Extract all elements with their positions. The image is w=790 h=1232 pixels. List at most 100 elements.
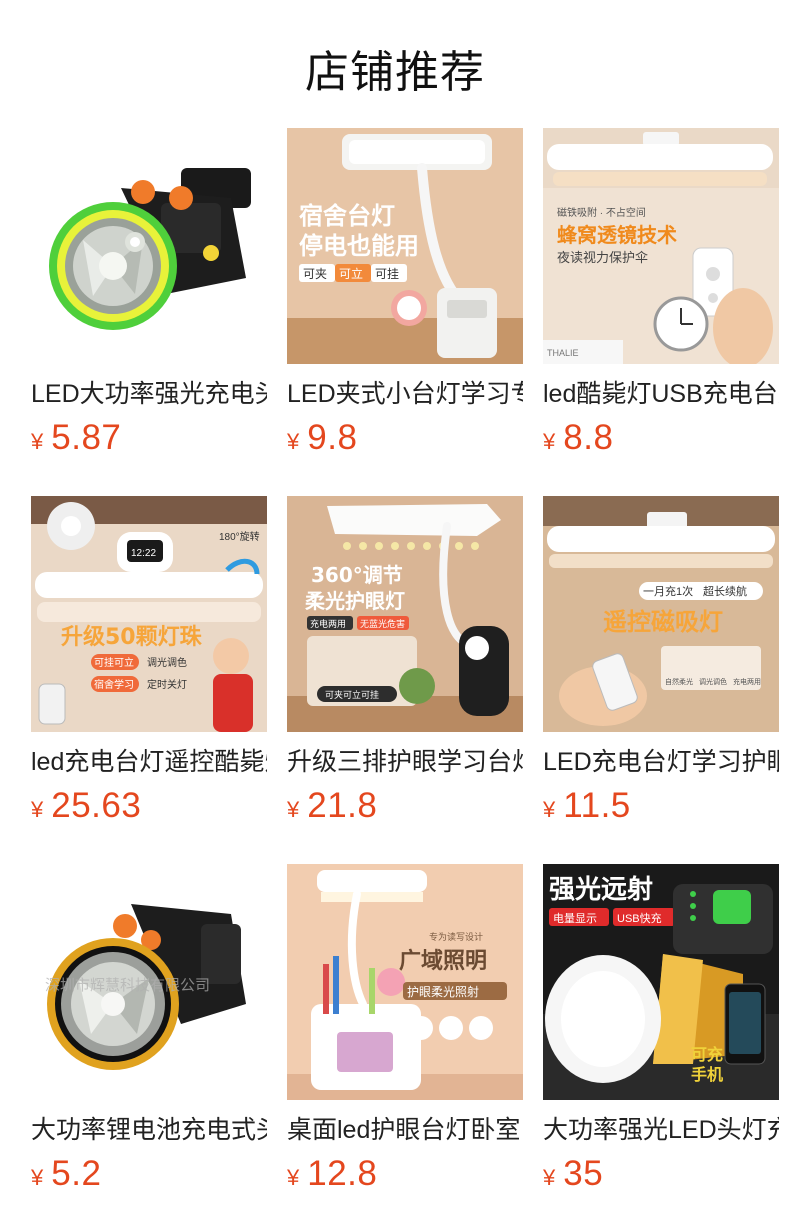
- product-card[interactable]: 深圳市辉慧科技有限公司 大功率锂电池充电式头灯 ¥ 5.2: [31, 864, 267, 1204]
- price-currency: ¥: [543, 797, 556, 822]
- product-price: ¥ 5.2: [31, 1154, 267, 1194]
- price-currency: ¥: [31, 429, 44, 454]
- product-name[interactable]: LED夹式小台灯学习专用: [287, 378, 523, 410]
- remote-bar-lamp-icon: 12:22 180°旋转 升级50颗灯珠 可挂可立 调光调色 宿舍学习 定时关灯: [31, 496, 267, 732]
- image-text: 停电也能用: [299, 232, 419, 260]
- product-name[interactable]: 升级三排护眼学习台灯: [287, 746, 523, 778]
- image-text: 蜂窝透镜技术: [557, 223, 677, 247]
- headlamp-power-bank-icon: 强光远射 电量显示 USB快充 可充 手机: [543, 864, 779, 1100]
- image-text: 可夹: [303, 267, 327, 281]
- price-value: 8.8: [563, 418, 614, 457]
- image-text: 夜读视力保护伞: [557, 250, 648, 265]
- image-text: 可充: [691, 1045, 723, 1064]
- product-card[interactable]: 360°调节 柔光护眼灯 充电两用 无蓝光危害 可夹可立可挂 升级三排护眼学习台…: [287, 496, 523, 836]
- product-name[interactable]: LED充电台灯学习护眼: [543, 746, 779, 778]
- price-value: 5.2: [51, 1154, 102, 1193]
- price-currency: ¥: [31, 1165, 44, 1190]
- price-currency: ¥: [287, 797, 300, 822]
- image-text: 专为读写设计: [429, 931, 483, 942]
- clip-desk-lamp-icon: 宿舍台灯 停电也能用 可夹 可立 可挂: [287, 128, 523, 364]
- price-currency: ¥: [287, 1165, 300, 1190]
- product-image[interactable]: 12:22 180°旋转 升级50颗灯珠 可挂可立 调光调色 宿舍学习 定时关灯: [31, 496, 267, 732]
- product-image[interactable]: 360°调节 柔光护眼灯 充电两用 无蓝光危害 可夹可立可挂: [287, 496, 523, 732]
- image-text: 可挂可立: [94, 656, 134, 669]
- product-image[interactable]: 深圳市辉慧科技有限公司: [31, 864, 267, 1100]
- price-value: 35: [563, 1154, 604, 1193]
- product-name[interactable]: 大功率强光LED头灯充电: [543, 1114, 779, 1146]
- product-name[interactable]: 大功率锂电池充电式头灯: [31, 1114, 267, 1146]
- pen-holder-lamp-icon: 专为读写设计 广域照明 护眼柔光照射: [287, 864, 523, 1100]
- price-currency: ¥: [543, 1165, 556, 1190]
- product-image[interactable]: 一月充1次 超长续航 遥控磁吸灯 自然柔光 调光调色 充电两用: [543, 496, 779, 732]
- product-image[interactable]: 专为读写设计 广域照明 护眼柔光照射: [287, 864, 523, 1100]
- store-recommendations-page: 店铺推荐 LED大功率强光充电 ¥ 5.87 宿舍台灯 停电也能用 可夹 可立 …: [0, 0, 790, 1232]
- product-card[interactable]: 宿舍台灯 停电也能用 可夹 可立 可挂 LED夹式小台灯学习专用 ¥ 9.8: [287, 128, 523, 468]
- image-text: 无蓝光危害: [360, 618, 405, 629]
- image-text: 12:22: [131, 548, 156, 559]
- price-value: 12.8: [307, 1154, 378, 1193]
- image-text: 充电两用: [733, 677, 761, 686]
- headlamp-gold-icon: 深圳市辉慧科技有限公司: [31, 864, 267, 1100]
- product-price: ¥ 21.8: [287, 786, 523, 826]
- image-text: 自然柔光: [665, 677, 693, 686]
- price-value: 5.87: [51, 418, 122, 457]
- price-value: 9.8: [307, 418, 358, 457]
- image-text: 定时关灯: [147, 678, 187, 691]
- product-price: ¥ 12.8: [287, 1154, 523, 1194]
- price-currency: ¥: [31, 797, 44, 822]
- image-text: 调光调色: [147, 656, 187, 669]
- product-price: ¥ 5.87: [31, 418, 267, 458]
- image-text: 一月充1次: [643, 584, 693, 598]
- image-text: 磁铁吸附 · 不占空间: [557, 206, 646, 219]
- product-price: ¥ 8.8: [543, 418, 779, 458]
- image-text: 宿舍学习: [94, 678, 134, 691]
- image-text: 遥控磁吸灯: [603, 608, 723, 636]
- product-card[interactable]: LED大功率强光充电头灯 ¥ 5.87: [31, 128, 267, 468]
- image-text: 强光远射: [549, 875, 653, 905]
- image-text: 360°调节: [311, 563, 403, 587]
- price-value: 21.8: [307, 786, 378, 825]
- remote-magnetic-lamp-icon: 一月充1次 超长续航 遥控磁吸灯 自然柔光 调光调色 充电两用: [543, 496, 779, 732]
- image-text: THALIE: [547, 348, 579, 358]
- magnetic-bar-lamp-icon: 磁铁吸附 · 不占空间 蜂窝透镜技术 夜读视力保护伞 THALIE: [543, 128, 779, 364]
- image-text: 可夹可立可挂: [325, 689, 379, 700]
- image-text: 调光调色: [699, 677, 727, 686]
- product-image[interactable]: [31, 128, 267, 364]
- image-text: 柔光护眼灯: [305, 589, 405, 613]
- product-name[interactable]: LED大功率强光充电头灯: [31, 378, 267, 410]
- product-card[interactable]: 一月充1次 超长续航 遥控磁吸灯 自然柔光 调光调色 充电两用 LED充电台灯学…: [543, 496, 779, 836]
- product-name[interactable]: led充电台灯遥控酷毙灯: [31, 746, 267, 778]
- product-image[interactable]: 强光远射 电量显示 USB快充 可充 手机: [543, 864, 779, 1100]
- page-title: 店铺推荐: [305, 48, 485, 97]
- image-text: 充电两用: [310, 618, 346, 629]
- image-text: 可立: [339, 266, 363, 281]
- price-currency: ¥: [287, 429, 300, 454]
- image-text: 超长续航: [703, 584, 747, 598]
- image-text: 宿舍台灯: [299, 202, 395, 230]
- product-price: ¥ 25.63: [31, 786, 267, 826]
- image-text: 深圳市辉慧科技有限公司: [45, 977, 210, 994]
- product-grid: LED大功率强光充电头灯 ¥ 5.87 宿舍台灯: [31, 128, 779, 1204]
- product-image[interactable]: 磁铁吸附 · 不占空间 蜂窝透镜技术 夜读视力保护伞 THALIE: [543, 128, 779, 364]
- image-text: 180°旋转: [219, 530, 260, 543]
- image-text: 升级50颗灯珠: [61, 624, 203, 650]
- image-text: 广域照明: [399, 948, 487, 974]
- product-card[interactable]: 强光远射 电量显示 USB快充 可充 手机 大功率强光LED头灯 ¥ 35: [543, 864, 779, 1204]
- product-image[interactable]: 宿舍台灯 停电也能用 可夹 可立 可挂: [287, 128, 523, 364]
- product-name[interactable]: led酷毙灯USB充电台灯: [543, 378, 779, 410]
- image-text: 电量显示: [553, 912, 597, 925]
- product-name[interactable]: 桌面led护眼台灯卧室: [287, 1114, 523, 1146]
- product-price: ¥ 11.5: [543, 786, 779, 826]
- image-text: 护眼柔光照射: [407, 984, 479, 999]
- product-card[interactable]: 专为读写设计 广域照明 护眼柔光照射 桌面led护眼台灯卧室 ¥ 12.8: [287, 864, 523, 1204]
- price-value: 11.5: [563, 786, 631, 825]
- product-price: ¥ 9.8: [287, 418, 523, 458]
- price-value: 25.63: [51, 786, 142, 825]
- product-price: ¥ 35: [543, 1154, 779, 1194]
- price-currency: ¥: [543, 429, 556, 454]
- image-text: 手机: [691, 1065, 723, 1084]
- product-card[interactable]: 12:22 180°旋转 升级50颗灯珠 可挂可立 调光调色 宿舍学习 定时关灯: [31, 496, 267, 836]
- product-card[interactable]: 磁铁吸附 · 不占空间 蜂窝透镜技术 夜读视力保护伞 THALIE led酷毙灯…: [543, 128, 779, 468]
- gooseneck-clip-lamp-icon: 360°调节 柔光护眼灯 充电两用 无蓝光危害 可夹可立可挂: [287, 496, 523, 732]
- headlamp-green-icon: [31, 128, 267, 364]
